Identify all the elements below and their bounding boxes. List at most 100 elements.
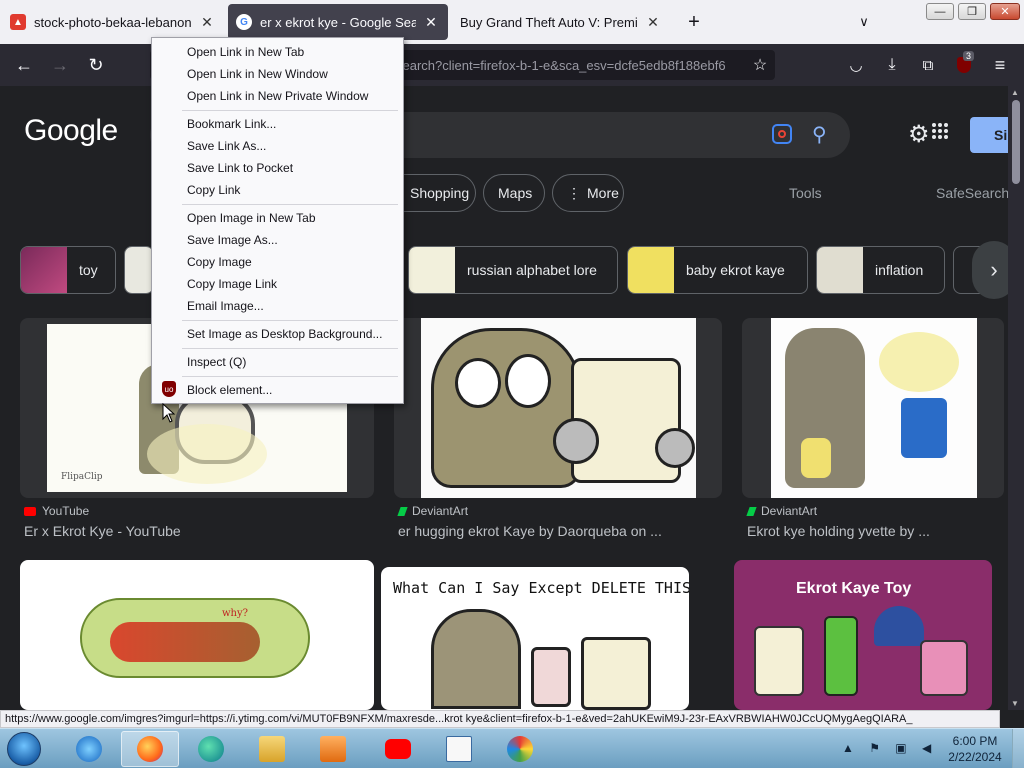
- gear-icon[interactable]: ⚙: [908, 120, 930, 149]
- result-title[interactable]: Er x Ekrot Kye - YouTube: [24, 523, 181, 539]
- firefox-icon[interactable]: [121, 731, 179, 767]
- system-tray[interactable]: ▲ ⚑ ▣ ◀: [842, 741, 937, 755]
- close-icon[interactable]: ✕: [644, 13, 662, 31]
- extensions-icon[interactable]: ⧉: [916, 53, 940, 77]
- page-scrollbar[interactable]: ▲ ▼: [1008, 86, 1024, 710]
- safesearch-link[interactable]: SafeSearch: [936, 185, 1008, 201]
- filter-maps[interactable]: Maps: [483, 174, 545, 212]
- scroll-down-icon[interactable]: ▼: [1011, 699, 1019, 708]
- scroll-up-icon[interactable]: ▲: [1011, 88, 1019, 97]
- tab-gta-v[interactable]: Buy Grand Theft Auto V: Premium C ✕: [452, 4, 670, 40]
- menu-item-save-image-as[interactable]: Save Image As...: [187, 233, 278, 247]
- result-thumbnail[interactable]: Ekrot Kaye Toy: [734, 560, 992, 710]
- chip-label: inflation: [875, 262, 924, 278]
- forward-icon[interactable]: →: [48, 53, 72, 77]
- menu-item-open-link-new-window[interactable]: Open Link in New Window: [187, 67, 328, 81]
- result-source[interactable]: YouTube: [24, 504, 89, 518]
- menu-item-email-image[interactable]: Email Image...: [187, 299, 264, 313]
- youtube-icon: [24, 506, 36, 516]
- related-chip[interactable]: russian alphabet lore: [408, 246, 618, 294]
- chip-label: toy: [79, 262, 98, 278]
- paint-icon[interactable]: [491, 731, 549, 767]
- chip-label: baby ekrot kaye: [686, 262, 785, 278]
- search-icon[interactable]: ⚲: [812, 122, 827, 147]
- pocket-icon[interactable]: ◡: [844, 53, 868, 77]
- task-manager-icon[interactable]: [430, 731, 488, 767]
- menu-item-save-link-pocket[interactable]: Save Link to Pocket: [187, 161, 293, 175]
- apps-icon[interactable]: [932, 123, 948, 139]
- tools-link[interactable]: Tools: [789, 185, 822, 201]
- new-tab-button[interactable]: +: [682, 10, 706, 34]
- menu-item-open-link-private-window[interactable]: Open Link in New Private Window: [187, 89, 368, 103]
- chip-label: russian alphabet lore: [467, 262, 597, 278]
- menu-item-set-desktop-background[interactable]: Set Image as Desktop Background...: [187, 327, 382, 341]
- related-chip[interactable]: toy: [20, 246, 116, 294]
- result-image: why?: [80, 598, 310, 678]
- menu-item-open-image-new-tab[interactable]: Open Image in New Tab: [187, 211, 316, 225]
- menu-item-copy-image-link[interactable]: Copy Image Link: [187, 277, 277, 291]
- extension-badge: 3: [963, 51, 975, 61]
- chevron-right-icon[interactable]: ›: [972, 241, 1008, 299]
- menu-separator: [182, 320, 398, 321]
- file-explorer-icon[interactable]: [243, 731, 301, 767]
- clock-date[interactable]: 2/22/2024: [944, 750, 1006, 764]
- lens-icon[interactable]: [772, 124, 792, 144]
- maximize-button[interactable]: ❐: [958, 3, 986, 20]
- close-icon[interactable]: ✕: [198, 13, 216, 31]
- start-button[interactable]: [2, 729, 46, 768]
- media-player-icon[interactable]: [304, 731, 362, 767]
- status-bar: https://www.google.com/imgres?imgurl=htt…: [0, 710, 1000, 728]
- back-icon[interactable]: ←: [12, 53, 36, 77]
- chevron-down-icon[interactable]: ∨: [852, 10, 876, 34]
- sign-in-button[interactable]: Si: [970, 117, 1008, 153]
- edge-icon[interactable]: [182, 731, 240, 767]
- chip-thumbnail: [21, 247, 67, 293]
- tab-title: stock-photo-bekaa-lebanon-se: [34, 14, 192, 30]
- related-chip[interactable]: [124, 246, 154, 294]
- result-title[interactable]: er hugging ekrot Kaye by Daorqueba on ..…: [398, 523, 662, 539]
- chip-thumbnail: [628, 247, 674, 293]
- result-thumbnail[interactable]: [394, 318, 722, 498]
- google-logo[interactable]: Google: [24, 114, 118, 148]
- tab-stock-photo[interactable]: ▲ stock-photo-bekaa-lebanon-se ✕: [2, 4, 224, 40]
- menu-item-block-element[interactable]: Block element...: [187, 383, 272, 397]
- result-thumbnail[interactable]: [742, 318, 1004, 498]
- tab-google-search[interactable]: G er x ekrot kye - Google Search ✕: [228, 4, 448, 40]
- menu-item-copy-image[interactable]: Copy Image: [187, 255, 252, 269]
- close-window-button[interactable]: ✕: [990, 3, 1020, 20]
- result-source[interactable]: DeviantArt: [746, 504, 817, 518]
- deviantart-icon: [397, 506, 408, 516]
- filter-more[interactable]: ⋮ More: [552, 174, 624, 212]
- deviantart-icon: [746, 506, 757, 516]
- menu-item-copy-link[interactable]: Copy Link: [187, 183, 240, 197]
- menu-icon[interactable]: ≡: [988, 53, 1012, 77]
- result-thumbnail[interactable]: why?: [20, 560, 374, 710]
- menu-separator: [182, 348, 398, 349]
- menu-item-open-link-new-tab[interactable]: Open Link in New Tab: [187, 45, 304, 59]
- downloads-icon[interactable]: ⤓: [880, 53, 904, 77]
- related-chip[interactable]: baby ekrot kaye: [627, 246, 808, 294]
- show-desktop-button[interactable]: [1012, 729, 1024, 768]
- internet-explorer-icon[interactable]: [60, 731, 118, 767]
- youtube-icon[interactable]: [369, 731, 427, 767]
- reload-icon[interactable]: ↻: [84, 53, 108, 77]
- menu-item-save-link-as[interactable]: Save Link As...: [187, 139, 266, 153]
- result-title[interactable]: Ekrot kye holding yvette by ...: [747, 523, 930, 539]
- minimize-button[interactable]: —: [926, 3, 954, 20]
- windows-logo-icon: [7, 732, 41, 766]
- filter-shopping[interactable]: Shopping: [396, 174, 476, 212]
- result-source-name: DeviantArt: [412, 504, 469, 518]
- chip-thumbnail: [409, 247, 455, 293]
- bookmark-star-icon[interactable]: ☆: [748, 53, 772, 77]
- toy-title: Ekrot Kaye Toy: [796, 580, 912, 597]
- menu-item-bookmark-link[interactable]: Bookmark Link...: [187, 117, 276, 131]
- clock-time[interactable]: 6:00 PM: [950, 734, 1000, 748]
- close-icon[interactable]: ✕: [422, 13, 440, 31]
- result-thumbnail[interactable]: What Can I Say Except DELETE THIS!: [381, 567, 689, 710]
- scroll-thumb[interactable]: [1012, 100, 1020, 184]
- chip-thumbnail: [125, 247, 153, 293]
- related-chip[interactable]: inflation: [816, 246, 945, 294]
- result-source[interactable]: DeviantArt: [397, 504, 469, 518]
- menu-separator: [182, 204, 398, 205]
- menu-item-inspect[interactable]: Inspect (Q): [187, 355, 246, 369]
